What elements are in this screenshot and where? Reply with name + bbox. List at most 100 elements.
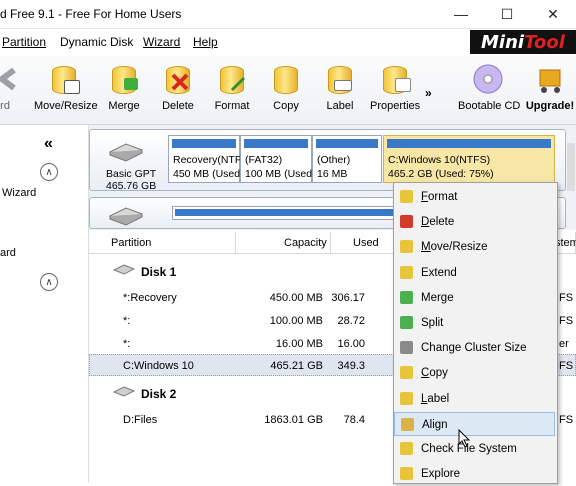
- context-menu-item-extend[interactable]: Extend: [394, 261, 555, 285]
- toolbar-upgrade-button[interactable]: Upgrade!: [524, 62, 576, 112]
- context-menu-item-copy[interactable]: Copy: [394, 361, 555, 385]
- toolbar-more-button[interactable]: »: [425, 86, 432, 100]
- cart-icon: [534, 62, 566, 96]
- merge-icon: [108, 62, 140, 96]
- usage-bar: [244, 139, 308, 148]
- cell-file-system: FS: [559, 315, 574, 327]
- cell-used: 349.3: [337, 360, 365, 372]
- toolbar-copy-label: Copy: [273, 100, 299, 112]
- cell-capacity: 16.00 MB: [275, 338, 323, 350]
- left-section-wizard[interactable]: Wizard: [2, 187, 36, 199]
- toolbar-move-resize-label: Move/Resize: [34, 100, 98, 112]
- cell-capacity: 100.00 MB: [269, 315, 323, 327]
- context-menu-item-change-cluster-size[interactable]: Change Cluster Size: [394, 336, 555, 360]
- context-menu: Format Delete Move/Resize Extend Merge Split C…: [393, 182, 558, 484]
- context-menu-item-merge[interactable]: Merge: [394, 286, 555, 310]
- menu-dynamic-disk[interactable]: Dynamic Disk: [60, 35, 133, 49]
- usage-bar: [172, 139, 236, 148]
- map-partition-other[interactable]: (Other) 16 MB: [312, 135, 382, 183]
- map-partition-name: Recovery(NTF: [173, 154, 242, 166]
- toolbar-wizard-button[interactable]: ard: [0, 62, 16, 112]
- cell-capacity: 1863.01 GB: [264, 414, 323, 426]
- left-section-2[interactable]: ard: [0, 247, 16, 259]
- cell-partition: C:Windows 10: [123, 360, 194, 372]
- map-partition-windows[interactable]: C:Windows 10(NTFS) 465.2 GB (Used: 75%): [383, 135, 555, 183]
- toolbar-merge-button[interactable]: Merge: [104, 62, 144, 112]
- context-menu-item-format[interactable]: Format: [394, 185, 555, 209]
- collapse-section-2-button[interactable]: ∧: [40, 273, 58, 291]
- toolbar-copy-button[interactable]: Copy: [266, 62, 306, 112]
- usage-bar: [387, 139, 551, 148]
- maximize-button[interactable]: ☐: [484, 0, 530, 28]
- toolbar-move-resize-button[interactable]: Move/Resize: [34, 62, 98, 112]
- cell-file-system: FS: [559, 292, 574, 304]
- context-menu-label: Align: [422, 418, 448, 431]
- toolbar-label-label: Label: [326, 100, 354, 112]
- context-menu-item-split[interactable]: Split: [394, 311, 555, 335]
- toolbar-format-label: Format: [214, 100, 250, 112]
- align-icon: [401, 417, 414, 431]
- label-icon: [324, 62, 356, 96]
- context-menu-label: Move/Resize: [421, 241, 488, 254]
- context-menu-label: Merge: [421, 291, 454, 304]
- cell-used: 28.72: [337, 315, 365, 327]
- context-menu-item-explore[interactable]: Explore: [394, 462, 555, 486]
- properties-icon: [379, 62, 411, 96]
- logo-mini: Mini: [481, 31, 525, 53]
- format-icon: [216, 62, 248, 96]
- toolbar-delete-label: Delete: [162, 100, 194, 112]
- cell-used: 16.00: [337, 338, 365, 350]
- move-resize-icon: [48, 62, 80, 96]
- collapse-panel-button[interactable]: «: [44, 135, 53, 153]
- split-icon: [400, 316, 413, 329]
- map-partition-recovery[interactable]: Recovery(NTF 450 MB (Used:: [168, 135, 244, 183]
- disk-map-scrollbar[interactable]: [567, 143, 575, 191]
- toolbar-bootable-cd-button[interactable]: Bootable CD: [458, 62, 520, 112]
- hard-disk-icon: [106, 142, 146, 162]
- cluster-icon: [400, 341, 413, 355]
- logo-tool: Tool: [524, 31, 565, 53]
- cell-partition: *:: [123, 338, 131, 350]
- check-icon: [400, 442, 413, 455]
- collapse-section-button[interactable]: ∧: [40, 163, 58, 181]
- map-partition-fat32[interactable]: (FAT32) 100 MB (Used:: [240, 135, 315, 183]
- toolbar-delete-button[interactable]: Delete: [158, 62, 198, 112]
- context-menu-item-align[interactable]: Align: [394, 411, 555, 436]
- context-menu-item-move-resize[interactable]: Move/Resize: [394, 235, 555, 259]
- minimize-button[interactable]: —: [438, 0, 484, 28]
- context-menu-label: Format: [421, 191, 458, 203]
- context-menu-label: Explore: [421, 468, 460, 481]
- title-bar: d Free 9.1 - Free For Home Users — ☐ ✕: [0, 0, 576, 29]
- copy-icon: [270, 62, 302, 96]
- cell-capacity: 465.21 GB: [270, 360, 323, 372]
- move-resize-icon: [400, 240, 413, 254]
- context-menu-item-label[interactable]: Label: [394, 387, 555, 411]
- map-partition-info: 450 MB (Used:: [173, 168, 244, 180]
- copy-icon: [400, 366, 413, 380]
- menu-partition[interactable]: Partition: [2, 35, 46, 49]
- usage-bar: [316, 139, 378, 148]
- context-menu-item-delete[interactable]: Delete: [394, 210, 555, 234]
- column-header-capacity[interactable]: Capacity: [236, 232, 331, 254]
- context-menu-label: Split: [421, 317, 444, 329]
- delete-icon: [400, 215, 413, 229]
- close-button[interactable]: ✕: [530, 0, 576, 28]
- map-partition-name: (FAT32): [245, 154, 283, 166]
- context-menu-label: Change Cluster Size: [421, 342, 527, 355]
- explore-icon: [400, 467, 413, 481]
- map-partition-info: 16 MB: [317, 168, 348, 180]
- delete-icon: [162, 62, 194, 96]
- column-header-partition[interactable]: Partition: [89, 232, 236, 254]
- cd-icon: [472, 62, 504, 96]
- context-menu-label: Copy: [421, 367, 448, 380]
- context-menu-item-check-file-system[interactable]: Check File System: [394, 437, 555, 461]
- toolbar-properties-button[interactable]: Properties: [370, 62, 420, 112]
- minitool-logo: Mini Tool: [470, 30, 576, 54]
- toolbar-format-button[interactable]: Format: [212, 62, 252, 112]
- cell-file-system: er: [559, 338, 569, 350]
- menu-help[interactable]: Help: [193, 35, 218, 49]
- cell-file-system: FS: [559, 414, 574, 426]
- toolbar-label-button[interactable]: Label: [320, 62, 360, 112]
- toolbar-wizard-label: ard: [0, 100, 10, 112]
- menu-wizard[interactable]: Wizard: [143, 35, 180, 49]
